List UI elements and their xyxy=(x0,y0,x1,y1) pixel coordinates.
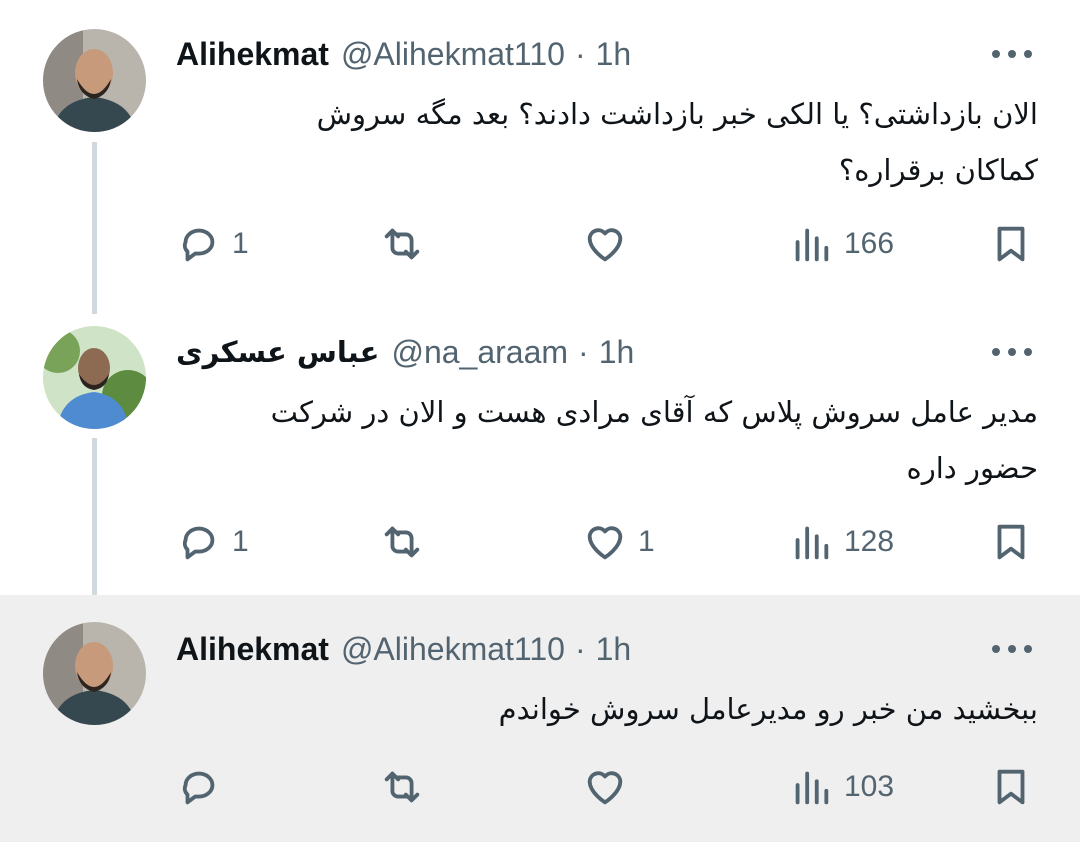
author-name[interactable]: عباس عسکری xyxy=(176,335,379,369)
bookmark-button[interactable] xyxy=(988,219,1034,269)
retweet-icon xyxy=(384,526,420,558)
avatar[interactable] xyxy=(43,29,146,132)
avatar[interactable] xyxy=(43,326,146,429)
tweet-text: مدیر عامل سروش پلاس که آقای مرادی هست و … xyxy=(176,384,1038,496)
tweet-text-line: ببخشید من خبر رو مدیرعامل سروش خواندم xyxy=(498,692,1038,726)
author-handle[interactable]: @Alihekmat110 xyxy=(341,36,565,73)
reply-button[interactable]: 1 xyxy=(176,219,249,269)
heart-icon xyxy=(587,228,623,262)
heart-icon xyxy=(587,526,623,560)
bookmark-icon xyxy=(997,226,1025,262)
bookmark-button[interactable] xyxy=(988,517,1034,567)
like-button[interactable] xyxy=(582,219,638,269)
views-count: 128 xyxy=(844,525,895,558)
views-count: 166 xyxy=(844,227,895,260)
separator-dot: · xyxy=(574,35,586,72)
tweet[interactable]: Alihekmat @Alihekmat110 · 1h ببخشید من خ… xyxy=(0,595,1080,842)
reply-count: 1 xyxy=(232,227,249,260)
reply-icon xyxy=(182,526,215,560)
tweet-actions: 1 166 xyxy=(176,219,1044,269)
retweet-button[interactable] xyxy=(379,762,435,812)
views-icon xyxy=(795,228,829,262)
author-name[interactable]: Alihekmat xyxy=(176,631,329,668)
tweet[interactable]: Alihekmat @Alihekmat110 · 1h الان بازداش… xyxy=(0,0,1080,300)
retweet-button[interactable] xyxy=(379,219,435,269)
tweet-actions: 1 1 128 xyxy=(176,517,1044,567)
author-name[interactable]: Alihekmat xyxy=(176,36,329,73)
tweet[interactable]: عباس عسکری @na_araam · 1h مدیر عامل سروش… xyxy=(0,300,1080,592)
timestamp[interactable]: 1h xyxy=(596,36,632,73)
author-handle[interactable]: @na_araam xyxy=(391,334,568,371)
views-count: 103 xyxy=(844,770,895,803)
avatar[interactable] xyxy=(43,622,146,725)
bookmark-icon xyxy=(997,524,1025,560)
timestamp[interactable]: 1h xyxy=(599,334,635,371)
reply-icon xyxy=(182,771,215,805)
views-icon xyxy=(795,771,829,805)
separator-dot: · xyxy=(578,333,589,370)
views-icon xyxy=(795,526,829,560)
tweet-text-line: مدیر عامل سروش پلاس که آقای مرادی هست و … xyxy=(270,395,1038,429)
more-icon[interactable] xyxy=(992,342,1032,362)
bookmark-button[interactable] xyxy=(988,762,1034,812)
retweet-button[interactable] xyxy=(379,517,435,567)
views-button[interactable]: 166 xyxy=(788,219,894,269)
reply-count: 1 xyxy=(232,525,249,558)
reply-button[interactable]: 1 xyxy=(176,517,249,567)
tweet-header: Alihekmat @Alihekmat110 · 1h xyxy=(176,30,1040,78)
tweet-text-line: حضور داره xyxy=(906,451,1038,485)
bookmark-icon xyxy=(997,769,1025,805)
like-count: 1 xyxy=(638,525,655,558)
separator-dot: · xyxy=(574,630,586,667)
tweet-text: ببخشید من خبر رو مدیرعامل سروش خواندم xyxy=(176,681,1038,737)
tweet-actions: 103 xyxy=(176,762,1044,812)
more-icon[interactable] xyxy=(992,44,1032,64)
reply-button[interactable] xyxy=(176,762,232,812)
more-icon[interactable] xyxy=(992,639,1032,659)
retweet-icon xyxy=(384,771,420,803)
tweet-header: عباس عسکری @na_araam · 1h xyxy=(176,328,1040,376)
reply-icon xyxy=(182,228,215,262)
timestamp[interactable]: 1h xyxy=(596,631,632,668)
tweet-text: الان بازداشتی؟ یا الکی خبر بازداشت دادند… xyxy=(176,86,1038,198)
tweet-text-line: الان بازداشتی؟ یا الکی خبر بازداشت دادند… xyxy=(316,97,1038,131)
like-button[interactable] xyxy=(582,762,638,812)
views-button[interactable]: 128 xyxy=(788,517,894,567)
author-handle[interactable]: @Alihekmat110 xyxy=(341,631,565,668)
tweet-header: Alihekmat @Alihekmat110 · 1h xyxy=(176,625,1040,673)
tweet-text-line: کماکان برقراره؟ xyxy=(838,153,1038,187)
retweet-icon xyxy=(384,228,420,260)
like-button[interactable]: 1 xyxy=(582,517,655,567)
heart-icon xyxy=(587,771,623,805)
views-button[interactable]: 103 xyxy=(788,762,894,812)
